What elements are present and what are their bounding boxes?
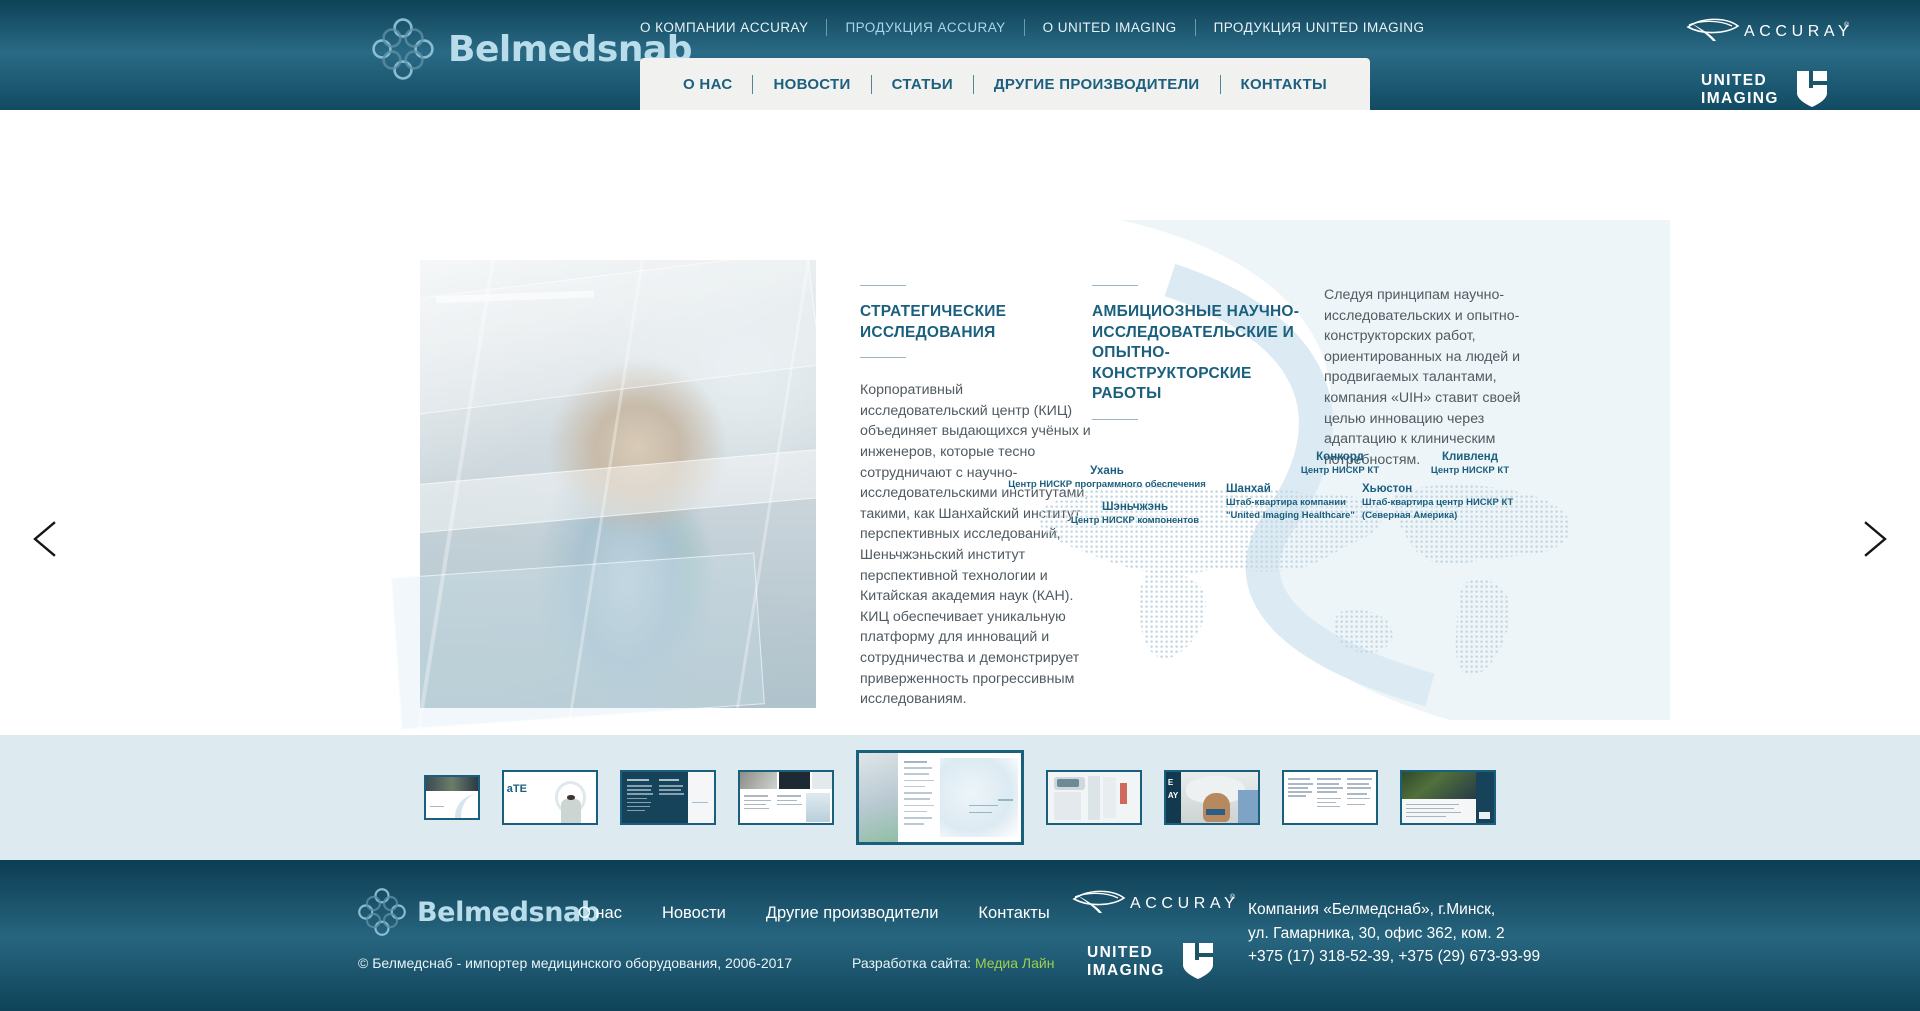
site-header: Belmedsnab О КОМПАНИИ ACCURAY | ПРОДУКЦИ… [0, 0, 1920, 110]
topnav-item-united-imaging-products[interactable]: ПРОДУКЦИЯ UNITED IMAGING [1214, 17, 1425, 38]
map-desc: Центр НИСКР компонентов [1070, 514, 1200, 526]
map-label-houston: Хьюстон Штаб-квартира центр НИСКР КТ (Се… [1362, 482, 1513, 523]
header-partner-logos: ACCURAY ® UNITED IMAGING [1682, 14, 1850, 110]
column-title: СТРАТЕГИЧЕСКИЕ ИССЛЕДОВАНИЯ [860, 303, 1007, 341]
top-navigation: О КОМПАНИИ ACCURAY | ПРОДУКЦИЯ ACCURAY |… [640, 17, 1424, 38]
map-label-cleveland: Кливленд Центр НИСКР КТ [1400, 450, 1540, 478]
footer-developer-label: Разработка сайта: [852, 955, 972, 971]
accuray-logo[interactable]: ACCURAY ® [1068, 886, 1236, 925]
footer-logo[interactable]: Belmedsnab [358, 888, 600, 936]
nav-item-news[interactable]: НОВОСТИ [773, 76, 850, 93]
footer-copyright: © Белмедснаб - импортер медицинского обо… [358, 955, 792, 971]
nav-item-contacts[interactable]: КОНТАКТЫ [1241, 76, 1327, 93]
accuray-logo[interactable]: ACCURAY ® [1682, 14, 1850, 53]
nav-separator: | [826, 19, 828, 36]
nav-separator [752, 74, 754, 94]
svg-text:UNITED: UNITED [1087, 944, 1153, 961]
nav-separator: | [1023, 19, 1025, 36]
map-desc: Центр НИСКР КТ [1430, 464, 1510, 476]
map-city: Шанхай [1226, 483, 1271, 495]
svg-text:UNITED: UNITED [1701, 72, 1767, 89]
map-label-shenzhen: Шэньчжэнь Центр НИСКР компонентов [1040, 500, 1230, 528]
nav-separator [972, 74, 974, 94]
map-desc: Штаб-квартира центр НИСКР КТ (Северная А… [1362, 496, 1514, 521]
footer-nav-item-news[interactable]: Новости [662, 904, 726, 923]
topnav-item-accuray-products[interactable]: ПРОДУКЦИЯ ACCURAY [845, 17, 1005, 38]
nav-item-other-manufacturers[interactable]: ДРУГИЕ ПРОИЗВОДИТЕЛИ [994, 76, 1200, 93]
nav-separator: | [1194, 19, 1196, 36]
rule-top [1092, 285, 1138, 286]
map-desc: Центр НИСКР программного обеспечения [1008, 478, 1206, 490]
footer-developer: Разработка сайта: Медиа Лайн [852, 955, 1054, 971]
slide-thumb-9[interactable] [1400, 770, 1496, 825]
footer-nav-item-contacts[interactable]: Контакты [978, 904, 1049, 923]
thumbnail-carousel-band: aTE E AY [0, 735, 1920, 860]
map-label-concord: Конкорд Центр НИСКР КТ [1270, 450, 1410, 478]
rule-bottom [1092, 419, 1138, 421]
slide-thumb-6[interactable] [1046, 770, 1142, 825]
hero-image [343, 218, 873, 735]
slide-thumb-5-active[interactable] [856, 750, 1024, 845]
footer-brand-name: Belmedsnab [417, 896, 600, 928]
map-label-wuhan: Ухань Центр НИСКР программного обеспечен… [982, 464, 1232, 492]
svg-text:®: ® [1844, 21, 1850, 29]
column-title: АМБИЦИОЗНЫЕ НАУЧНО-ИССЛЕДОВАТЕЛЬСКИЕ И О… [1092, 303, 1300, 403]
slide-thumb-3[interactable] [620, 770, 716, 825]
footer-developer-link[interactable]: Медиа Лайн [975, 955, 1055, 971]
slider-area: СТРАТЕГИЧЕСКИЕ ИССЛЕДОВАНИЯ Корпоративны… [0, 110, 1920, 735]
thumbnail-list: aTE E AY [424, 735, 1496, 860]
svg-text:IMAGING: IMAGING [1087, 962, 1165, 979]
accuray-swoosh-icon [1072, 890, 1126, 913]
footer-nav-item-about[interactable]: О нас [578, 904, 622, 923]
map-label-shanghai: Шанхай Штаб-квартира компании "United Im… [1226, 482, 1355, 523]
footer-contact-line-3: +375 (17) 318-52-39, +375 (29) 673-93-99 [1248, 948, 1541, 966]
united-imaging-logo[interactable]: UNITED IMAGING [1087, 939, 1217, 988]
nav-item-about[interactable]: О НАС [683, 76, 732, 93]
accuray-swoosh-icon [1686, 18, 1740, 41]
map-desc: Центр НИСКР КТ [1300, 464, 1380, 476]
map-city: Конкорд [1316, 451, 1364, 463]
footer-contact-info: Компания «Белмедснаб», г.Минск, ул. Гама… [1248, 898, 1540, 969]
nav-separator [1219, 74, 1221, 94]
svg-text:IMAGING: IMAGING [1701, 90, 1779, 107]
map-city: Кливленд [1441, 451, 1499, 463]
map-city: Ухань [1090, 465, 1124, 477]
footer-contact-line-1: Компания «Белмедснаб», г.Минск, [1248, 901, 1496, 918]
slide-thumb-2[interactable]: aTE [502, 770, 598, 825]
four-circle-cross-logo-icon [358, 888, 406, 936]
main-navigation: О НАС НОВОСТИ СТАТЬИ ДРУГИЕ ПРОИЗВОДИТЕЛ… [640, 58, 1370, 110]
united-imaging-shield-icon [1183, 943, 1213, 979]
united-imaging-logo[interactable]: UNITED IMAGING [1701, 67, 1831, 110]
rule-top [860, 285, 906, 286]
footer-nav-item-other-manufacturers[interactable]: Другие производители [766, 904, 939, 923]
svg-text:®: ® [1230, 893, 1236, 901]
slide-thumb-7[interactable]: E AY [1164, 770, 1260, 825]
footer-navigation: О нас Новости Другие производители Конта… [578, 904, 1050, 923]
prev-slide-arrow[interactable] [24, 516, 70, 562]
svg-text:ACCURAY: ACCURAY [1130, 895, 1236, 912]
world-map: Ухань Центр НИСКР программного обеспечен… [1000, 440, 1600, 690]
slide-thumb-8[interactable] [1282, 770, 1378, 825]
map-city: Шэньчжэнь [1101, 501, 1169, 513]
slide-thumb-1[interactable] [424, 775, 480, 820]
svg-text:ACCURAY: ACCURAY [1744, 23, 1850, 40]
topnav-item-about-united-imaging[interactable]: О UNITED IMAGING [1043, 17, 1177, 38]
rule-bottom [860, 357, 906, 359]
map-city: Хьюстон [1362, 483, 1413, 495]
nav-separator [870, 74, 872, 94]
four-circle-cross-logo-icon [372, 18, 434, 80]
site-footer: Belmedsnab О нас Новости Другие производ… [0, 860, 1920, 1011]
map-desc: Штаб-квартира компании "United Imaging H… [1226, 496, 1355, 521]
footer-contact-line-2: ул. Гамарника, 30, офис 362, ком. 2 [1248, 924, 1505, 942]
topnav-item-about-accuray[interactable]: О КОМПАНИИ ACCURAY [640, 17, 808, 38]
nav-item-articles[interactable]: СТАТЬИ [892, 76, 953, 93]
footer-partner-logos: ACCURAY ® UNITED IMAGING [1068, 886, 1236, 988]
united-imaging-shield-icon [1797, 71, 1827, 107]
slide-thumb-4[interactable] [738, 770, 834, 825]
next-slide-arrow[interactable] [1850, 516, 1896, 562]
